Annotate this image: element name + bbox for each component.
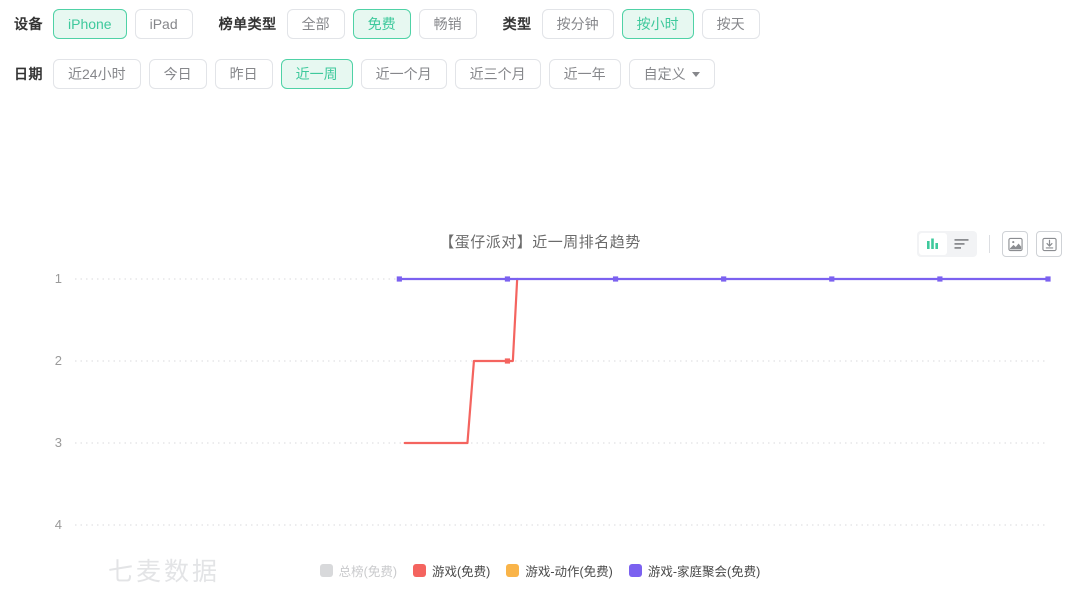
filter-chip-label: 免费 (368, 17, 396, 31)
legend-item[interactable]: 游戏-动作(免费) (506, 561, 613, 580)
ranking-trend-page: 设备 iPhone iPad 榜单类型 全部 免费 畅销 类型 按分钟 按小时 按天 日期 近24小时… (0, 0, 1080, 600)
filter-chip[interactable]: 按分钟 (542, 9, 614, 39)
y-axis-tick-label: 4 (38, 517, 62, 532)
filter-chip[interactable]: 自定义 (629, 59, 715, 89)
filter-chip-label: 按天 (717, 17, 745, 31)
data-point[interactable] (397, 276, 402, 281)
data-point[interactable] (937, 276, 942, 281)
legend-swatch (413, 564, 426, 577)
filter-chip-label: 近一年 (564, 67, 606, 81)
filter-chip[interactable]: 昨日 (215, 59, 273, 89)
filter-group-label: 设备 (14, 14, 43, 34)
y-axis-tick-label: 2 (38, 353, 62, 368)
legend-label: 游戏-家庭聚会(免费) (648, 561, 761, 580)
legend-item[interactable]: 总榜(免费) (320, 561, 397, 580)
chart-plot (0, 100, 1080, 570)
legend-swatch (320, 564, 333, 577)
filter-chip-label: iPad (150, 17, 178, 31)
filter-group-label: 类型 (503, 14, 532, 34)
legend-label: 游戏-动作(免费) (525, 561, 613, 580)
chart-container: 【蛋仔派对】近一周排名趋势 (0, 100, 1080, 570)
filter-chip[interactable]: 今日 (149, 59, 207, 89)
filter-chip[interactable]: 全部 (287, 9, 345, 39)
filter-chip[interactable]: iPhone (53, 9, 127, 39)
data-point[interactable] (829, 276, 834, 281)
filter-chip-label: 全部 (302, 17, 330, 31)
y-axis-tick-label: 3 (38, 435, 62, 450)
filter-chip-label: 按小时 (637, 17, 679, 31)
filter-chip[interactable]: 畅销 (419, 9, 477, 39)
chart-legend: 总榜(免费) 游戏(免费) 游戏-动作(免费) 游戏-家庭聚会(免费) (0, 561, 1080, 580)
filter-chip-label: 畅销 (434, 17, 462, 31)
legend-swatch (506, 564, 519, 577)
filter-chip[interactable]: 近一个月 (361, 59, 447, 89)
filter-chip-label: iPhone (68, 17, 112, 31)
filter-group-label: 榜单类型 (219, 14, 277, 34)
filter-chip-label: 昨日 (230, 67, 258, 81)
filter-chip[interactable]: iPad (135, 9, 193, 39)
filter-chip[interactable]: 免费 (353, 9, 411, 39)
y-axis-tick-label: 1 (38, 271, 62, 286)
filter-chip-label: 近三个月 (470, 67, 526, 81)
filter-chip-label: 按分钟 (557, 17, 599, 31)
filter-chip[interactable]: 近一年 (549, 59, 621, 89)
filter-row-device: 设备 iPhone iPad 榜单类型 全部 免费 畅销 类型 按分钟 按小时 按天 (0, 0, 1080, 48)
filter-row-date: 日期 近24小时 今日 昨日 近一周 近一个月 近三个月 近一年 自定义 (0, 48, 1080, 100)
chevron-down-icon (692, 72, 700, 77)
data-point[interactable] (1045, 276, 1050, 281)
filter-chip[interactable]: 近三个月 (455, 59, 541, 89)
filter-chip[interactable]: 近一周 (281, 59, 353, 89)
filter-chip-label: 近一周 (296, 67, 338, 81)
legend-item[interactable]: 游戏-家庭聚会(免费) (629, 561, 761, 580)
data-point[interactable] (613, 276, 618, 281)
filter-group-label: 日期 (14, 64, 43, 84)
filter-chip-label: 近一个月 (376, 67, 432, 81)
data-point[interactable] (505, 358, 510, 363)
legend-label: 游戏(免费) (432, 561, 490, 580)
legend-label: 总榜(免费) (339, 561, 397, 580)
filter-chip[interactable]: 按天 (702, 9, 760, 39)
legend-item[interactable]: 游戏(免费) (413, 561, 490, 580)
data-point[interactable] (721, 276, 726, 281)
filter-chip-label: 自定义 (644, 67, 686, 81)
legend-swatch (629, 564, 642, 577)
filter-chip[interactable]: 按小时 (622, 9, 694, 39)
filter-chip-label: 近24小时 (68, 67, 126, 81)
data-point[interactable] (505, 276, 510, 281)
filter-chip-label: 今日 (164, 67, 192, 81)
filter-chip[interactable]: 近24小时 (53, 59, 141, 89)
